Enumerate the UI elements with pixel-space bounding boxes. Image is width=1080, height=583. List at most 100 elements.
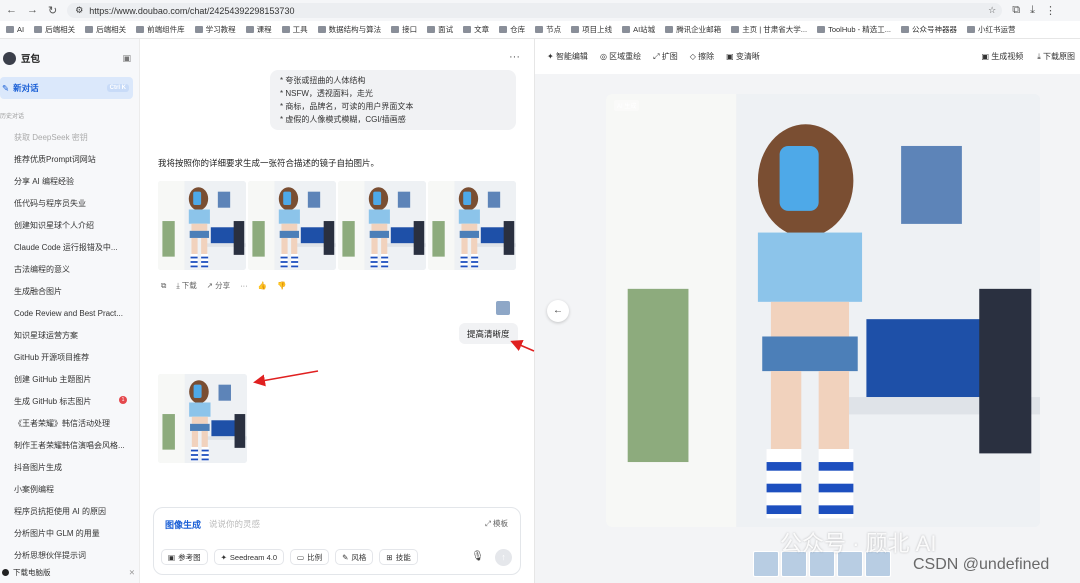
- bookmark-item[interactable]: AI站城: [622, 24, 655, 35]
- download-action[interactable]: ⤓ 下载: [176, 280, 196, 291]
- history-item[interactable]: 抖音图片生成: [0, 456, 139, 478]
- bookmark-item[interactable]: 工具: [281, 24, 308, 35]
- download-icon[interactable]: ⤓: [1030, 4, 1035, 17]
- model-select-button[interactable]: ✦ Seedream 4.0: [213, 549, 285, 565]
- bookmark-item[interactable]: 学习教程: [194, 24, 236, 35]
- microphone-icon[interactable]: 🎙: [471, 551, 484, 562]
- template-button[interactable]: ⤢ 模板: [485, 518, 508, 529]
- bookmark-item[interactable]: 后端相关: [85, 24, 126, 35]
- history-item[interactable]: 《王者荣耀》韩信活动处理: [0, 412, 139, 434]
- erase-button[interactable]: ◇ 擦除: [690, 51, 714, 62]
- bookmark-item[interactable]: AI: [6, 25, 24, 34]
- history-item[interactable]: Code Review and Best Pract...: [0, 302, 139, 324]
- history-item[interactable]: Claude Code 运行报错及中...: [0, 236, 139, 258]
- bookmark-item[interactable]: 节点: [535, 24, 561, 35]
- history-item[interactable]: 制作王者荣耀韩信演唱会风格...: [0, 434, 139, 456]
- bookmark-item[interactable]: 项目上线: [571, 24, 612, 35]
- prev-image-button[interactable]: ←: [547, 300, 569, 322]
- expand-button[interactable]: ⤢ 扩图: [653, 51, 678, 62]
- bookmark-item[interactable]: 数据结构与算法: [317, 24, 381, 35]
- forward-icon[interactable]: →: [27, 4, 38, 17]
- watermark-line-2: CSDN @undefined: [913, 556, 1050, 573]
- enhanced-image[interactable]: [158, 374, 247, 463]
- history-item[interactable]: 古法编程的意义: [0, 258, 139, 280]
- history-item[interactable]: 生成 GitHub 标志图片 1: [0, 390, 139, 412]
- download-desktop-button[interactable]: 下载电脑版 ✕: [0, 565, 135, 579]
- like-icon[interactable]: 👍: [258, 281, 267, 290]
- history-item[interactable]: 分享 AI 编程经验: [0, 170, 139, 192]
- style-button[interactable]: ✎ 风格: [335, 549, 374, 565]
- inpaint-button[interactable]: ◎ 区域重绘: [600, 51, 641, 62]
- menu-icon[interactable]: ⋮: [1045, 4, 1056, 17]
- folder-icon: [317, 26, 326, 33]
- history-item[interactable]: 分析图片中 GLM 的用量: [0, 522, 139, 544]
- user-line: * NSFW，透视面料，走光: [280, 89, 373, 98]
- image-gen-mode[interactable]: 图像生成: [165, 518, 201, 531]
- back-icon[interactable]: ←: [6, 4, 17, 17]
- history-item[interactable]: 程序员抗拒使用 AI 的原因: [0, 500, 139, 522]
- new-chat-shortcut: Ctrl K: [106, 84, 129, 92]
- more-options-icon[interactable]: ···: [509, 51, 520, 63]
- address-bar[interactable]: ⚙ https://www.doubao.com/chat/2425439229…: [67, 3, 1003, 18]
- close-icon[interactable]: ✕: [129, 568, 135, 577]
- bookmark-item[interactable]: 前端组件库: [136, 24, 185, 35]
- bookmark-item[interactable]: 面试: [427, 24, 453, 35]
- history-item[interactable]: 分析思想伙伴提示词: [0, 544, 139, 566]
- more-icon[interactable]: ···: [240, 281, 248, 290]
- user-image-thumbnail[interactable]: [496, 301, 510, 315]
- generate-video-button[interactable]: ▣ 生成视频: [981, 51, 1023, 62]
- bookmark-star-icon[interactable]: ☆: [988, 5, 996, 16]
- share-action[interactable]: ↗ 分享: [207, 280, 230, 291]
- photo-placeholder: [606, 94, 1040, 527]
- extensions-icon[interactable]: ⧉: [1012, 4, 1020, 17]
- bookmark-item[interactable]: 腾讯企业邮箱: [665, 24, 721, 35]
- folder-icon: [85, 26, 94, 33]
- image-icon: ▣: [168, 552, 176, 562]
- bookmark-item[interactable]: 小红书运营: [967, 24, 1016, 35]
- bookmark-item[interactable]: 接口: [391, 24, 417, 35]
- reference-image-button[interactable]: ▣ 参考图: [161, 549, 208, 565]
- bookmark-item[interactable]: 文章: [463, 24, 489, 35]
- bookmark-item[interactable]: ToolHub - 精选工...: [817, 24, 891, 35]
- download-original-button[interactable]: ⤓ 下载原图: [1037, 51, 1075, 62]
- collapse-sidebar-icon[interactable]: ▣: [122, 53, 131, 64]
- photo-placeholder: [248, 181, 336, 270]
- prompt-input[interactable]: 说说你的灵感: [209, 518, 260, 530]
- history-title: 历史对话: [0, 114, 25, 120]
- image-viewer: ✦ 智能编辑 ◎ 区域重绘 ⤢ 扩图 ◇ 擦除 ▣ 变清晰 ▣ 生成视频 ⤓ 下…: [534, 39, 1080, 583]
- bookmark-item[interactable]: 主页 | 甘肃省大学...: [731, 24, 807, 35]
- history-item[interactable]: 知识星球运营方案: [0, 324, 139, 346]
- smart-edit-button[interactable]: ✦ 智能编辑: [547, 51, 588, 62]
- generated-image[interactable]: [428, 181, 516, 270]
- history-item[interactable]: 生成融合图片: [0, 280, 139, 302]
- generated-image[interactable]: [248, 181, 336, 270]
- history-item[interactable]: 小案例编程: [0, 478, 139, 500]
- bookmark-item[interactable]: 仓库: [499, 24, 525, 35]
- thumbnail-item[interactable]: [753, 551, 779, 577]
- user-line: * 商标，品牌名，可读的用户界面文本: [280, 102, 414, 111]
- new-chat-button[interactable]: ✎ 新对话 Ctrl K: [0, 77, 133, 99]
- copy-icon[interactable]: ⧉: [161, 281, 166, 291]
- history-item[interactable]: 低代码与程序员失业: [0, 192, 139, 214]
- folder-icon: [967, 26, 975, 33]
- sharpen-button[interactable]: ▣ 变清晰: [726, 51, 760, 62]
- history-item[interactable]: 创建知识星球个人介绍: [0, 214, 139, 236]
- sparkle-icon: ✦: [220, 552, 227, 562]
- site-info-icon[interactable]: ⚙: [75, 5, 83, 16]
- history-item[interactable]: 创建 GitHub 主题图片: [0, 368, 139, 390]
- bookmark-item[interactable]: 后端相关: [34, 24, 75, 35]
- ratio-button[interactable]: ▭ 比例: [290, 549, 330, 565]
- skills-button[interactable]: ⊞ 技能: [379, 549, 418, 565]
- input-box[interactable]: 图像生成 说说你的灵感 ⤢ 模板 ▣ 参考图 ✦ Seedream 4.0 ▭ 比例 …: [153, 507, 521, 575]
- generated-image[interactable]: [338, 181, 426, 270]
- history-item[interactable]: 获取 DeepSeek 密钥: [0, 126, 139, 148]
- history-item[interactable]: 推荐优质Prompt词网站: [0, 148, 139, 170]
- history-item[interactable]: GitHub 开源项目推荐: [0, 346, 139, 368]
- send-button[interactable]: ↑: [495, 549, 512, 566]
- bookmark-item[interactable]: 公众号神器器: [901, 24, 957, 35]
- dislike-icon[interactable]: 👎: [277, 281, 286, 290]
- generated-image[interactable]: [158, 181, 246, 270]
- ai-generated-tag: AI 生成: [614, 100, 640, 111]
- reload-icon[interactable]: ↻: [48, 4, 57, 17]
- bookmark-item[interactable]: 课程: [245, 24, 272, 35]
